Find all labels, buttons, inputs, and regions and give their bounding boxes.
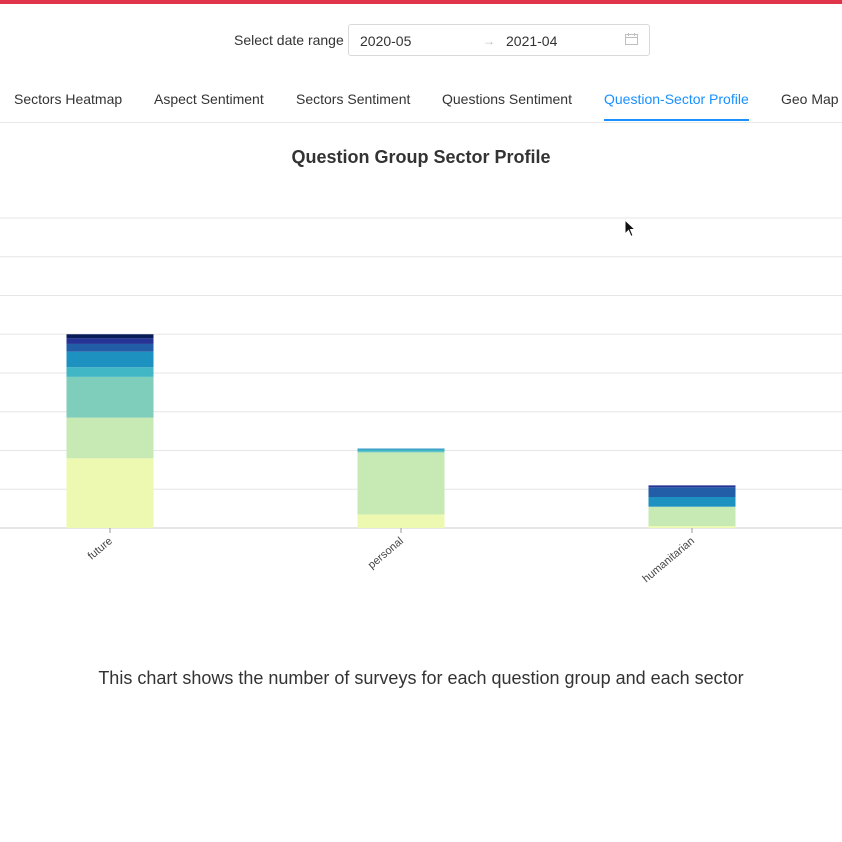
active-tab-indicator [604,119,749,121]
bar-segment-humanitarian-1[interactable] [648,506,736,527]
bar-segment-humanitarian-6[interactable] [648,485,736,488]
date-range-label: Select date range [234,32,344,48]
bar-segment-future-4[interactable] [66,351,154,368]
top-accent-bar [0,0,842,4]
bar-segment-personal-3[interactable] [357,449,445,452]
bar-segment-future-7[interactable] [66,334,154,339]
bar-segment-humanitarian-5[interactable] [648,487,736,497]
bar-segment-humanitarian-0[interactable] [648,526,736,528]
chart-x-axis: future personal humanitarian [86,528,697,585]
bar-segment-humanitarian-4[interactable] [648,497,736,507]
tab-aspect-sentiment[interactable]: Aspect Sentiment [154,91,264,107]
bar-segment-future-2[interactable] [66,376,154,418]
tab-question-sector-profile[interactable]: Question-Sector Profile [604,91,749,107]
chart-bars [66,334,736,528]
bar-segment-personal-1[interactable] [357,452,445,515]
chart-caption: This chart shows the number of surveys f… [98,668,744,688]
tab-geo-map[interactable]: Geo Map [781,91,839,107]
date-range-row: Select date range 2020-05 → 2021-04 [0,24,842,56]
bar-segment-personal-2[interactable] [357,451,445,453]
bar-segment-future-1[interactable] [66,417,154,459]
stacked-bar-chart: future personal humanitarian [0,217,842,585]
bar-segment-future-0[interactable] [66,458,154,528]
calendar-icon[interactable] [625,33,638,45]
date-range-end[interactable]: 2021-04 [506,33,557,49]
date-range-start[interactable]: 2020-05 [360,33,411,49]
bar-segment-future-3[interactable] [66,367,154,377]
tab-questions-sentiment[interactable]: Questions Sentiment [442,91,572,107]
tab-bar: Sectors Heatmap Aspect Sentiment Sectors… [0,84,842,123]
x-tick-label-personal: personal [366,535,406,571]
chart-title: Question Group Sector Profile [291,147,551,167]
bar-segment-future-5[interactable] [66,343,154,352]
bar-segment-personal-4[interactable] [357,448,445,450]
bar-segment-future-6[interactable] [66,338,154,344]
tab-sectors-sentiment[interactable]: Sectors Sentiment [296,91,410,107]
bar-segment-personal-0[interactable] [357,514,445,528]
mouse-cursor-icon [624,219,637,238]
x-tick-label-humanitarian: humanitarian [640,535,696,585]
x-tick-label-future: future [86,535,115,562]
tab-sectors-heatmap[interactable]: Sectors Heatmap [14,91,122,107]
arrow-right-icon: → [483,34,495,48]
date-range-picker[interactable]: 2020-05 → 2021-04 [348,24,650,56]
